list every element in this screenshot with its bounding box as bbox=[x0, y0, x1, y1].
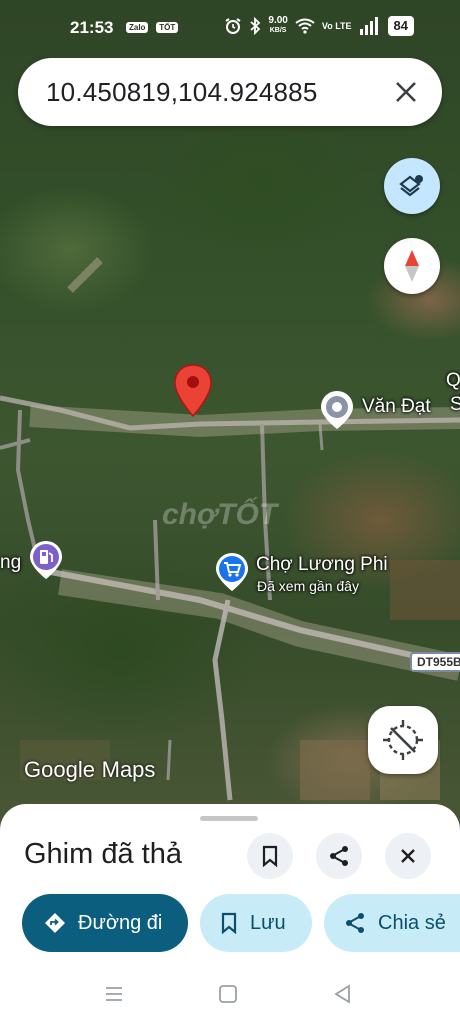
status-app-icons: Zalo TỐT bbox=[126, 22, 183, 33]
status-right: 9.00 KB/S Vo LTE 84 bbox=[224, 16, 414, 36]
place-label-partial: Q bbox=[446, 370, 460, 391]
speed-value: 9.00 bbox=[268, 15, 288, 26]
directions-label: Đường đi bbox=[78, 911, 163, 934]
search-bar[interactable]: 10.450819,104.924885 bbox=[18, 58, 442, 126]
save-icon-button[interactable] bbox=[247, 833, 293, 879]
bookmark-icon bbox=[262, 845, 278, 867]
location-off-icon bbox=[383, 720, 423, 760]
place-label-partial: ng bbox=[0, 552, 22, 573]
recents-button[interactable] bbox=[102, 982, 126, 1006]
zalo-icon: Zalo bbox=[126, 22, 149, 33]
close-icon bbox=[396, 82, 416, 102]
watermark-text: chợTỐT bbox=[162, 498, 278, 531]
menu-icon bbox=[106, 987, 122, 1001]
logo-maps: Maps bbox=[101, 757, 156, 782]
status-bar: 21:53 Zalo TỐT 9.00 KB/S Vo LTE 84 bbox=[0, 0, 460, 52]
clear-search-button[interactable] bbox=[382, 68, 430, 116]
signal-icon bbox=[359, 17, 378, 35]
logo-google: Google bbox=[24, 757, 95, 782]
layers-icon bbox=[399, 175, 423, 197]
place-label-cho-luong-phi[interactable]: Chợ Lương Phi bbox=[256, 554, 388, 576]
status-time: 21:53 bbox=[70, 18, 114, 37]
network-speed: 9.00 KB/S bbox=[268, 16, 287, 36]
compass-button[interactable] bbox=[384, 238, 440, 294]
compass-icon bbox=[405, 250, 419, 282]
speed-unit: KB/S bbox=[269, 27, 287, 34]
place-marker-icon[interactable] bbox=[320, 390, 354, 430]
share-icon bbox=[330, 846, 348, 866]
place-label-van-dat[interactable]: Văn Đạt bbox=[362, 396, 431, 418]
save-button[interactable]: Lưu bbox=[200, 894, 312, 952]
volte-indicator: Vo LTE bbox=[321, 20, 352, 31]
search-query-text[interactable]: 10.450819,104.924885 bbox=[46, 77, 382, 108]
bluetooth-icon bbox=[250, 17, 261, 35]
place-sublabel-recently-viewed: Đã xem gần đây bbox=[257, 578, 359, 594]
directions-button[interactable]: Đường đi bbox=[22, 894, 188, 952]
road-shield: DT955B bbox=[410, 652, 460, 672]
google-maps-logo: Google Maps bbox=[24, 756, 155, 784]
bookmark-icon bbox=[220, 912, 238, 934]
back-button[interactable] bbox=[330, 982, 354, 1006]
home-button[interactable] bbox=[216, 982, 240, 1006]
sheet-title: Ghim đã thả bbox=[24, 838, 182, 870]
sheet-drag-handle[interactable] bbox=[200, 816, 258, 821]
alarm-icon bbox=[225, 18, 241, 34]
battery-indicator: 84 bbox=[387, 16, 414, 36]
gas-station-icon[interactable] bbox=[28, 540, 64, 580]
tot-icon: TỐT bbox=[156, 22, 179, 33]
close-sheet-button[interactable] bbox=[385, 833, 431, 879]
close-icon bbox=[401, 849, 415, 863]
back-triangle-icon bbox=[334, 984, 350, 1004]
shopping-cart-icon[interactable] bbox=[214, 552, 250, 592]
wifi-icon bbox=[295, 18, 315, 34]
save-label: Lưu bbox=[250, 911, 286, 934]
my-location-button[interactable] bbox=[368, 706, 438, 774]
share-label: Chia sẻ bbox=[378, 911, 446, 934]
share-icon-button[interactable] bbox=[316, 833, 362, 879]
share-button[interactable]: Chia sẻ bbox=[324, 894, 460, 952]
layers-button[interactable] bbox=[384, 158, 440, 214]
dropped-pin-icon[interactable] bbox=[174, 364, 212, 418]
directions-icon bbox=[44, 912, 66, 934]
system-nav-bar bbox=[0, 966, 460, 1024]
place-label-partial: S bbox=[450, 394, 460, 415]
home-square-icon bbox=[219, 985, 237, 1003]
share-icon bbox=[344, 912, 366, 934]
